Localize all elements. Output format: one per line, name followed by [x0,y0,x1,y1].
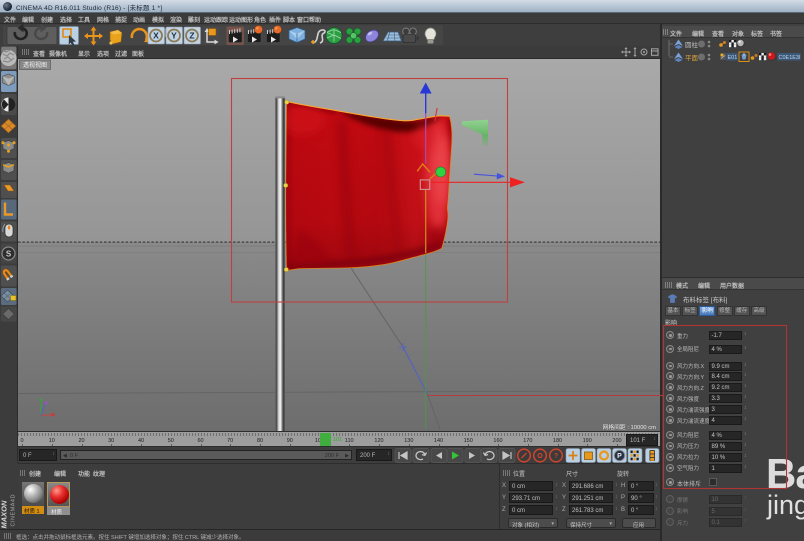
svg-text:?: ? [554,453,558,460]
svg-text:平面: 平面 [685,54,699,62]
svg-text:S: S [6,250,12,259]
svg-text:透视视图: 透视视图 [23,61,47,69]
svg-text:X: X [153,30,159,40]
svg-text:圆柱: 圆柱 [685,40,699,49]
svg-text:网格间距 : 10000 cm: 网格间距 : 10000 cm [603,423,657,431]
svg-text:C0E1E3I: C0E1E3I [779,55,801,61]
svg-text:Z: Z [189,30,194,40]
svg-text:P: P [617,453,622,460]
svg-text:E01: E01 [728,55,738,61]
svg-text:Y: Y [171,30,177,40]
